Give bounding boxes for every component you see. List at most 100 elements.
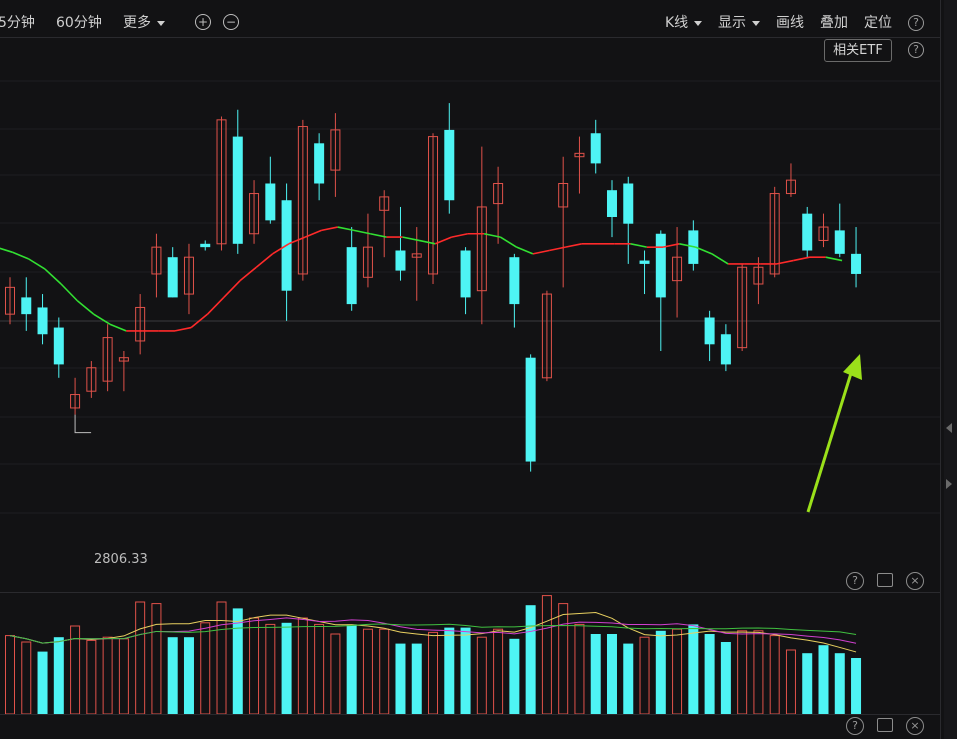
volume-bar xyxy=(281,622,292,714)
volume-bar xyxy=(623,643,634,714)
candle-body xyxy=(851,253,862,274)
volume-bar xyxy=(818,645,829,714)
volume-bar xyxy=(167,637,178,714)
ma-segment xyxy=(239,266,257,282)
volume-bar xyxy=(102,636,113,715)
volume-expand-icon[interactable] xyxy=(877,573,893,587)
chart-right-border xyxy=(940,0,941,739)
volume-bar xyxy=(428,631,439,715)
volume-close-icon[interactable]: × xyxy=(906,572,924,590)
candle-body xyxy=(623,183,634,224)
scroll-left-arrow-icon[interactable] xyxy=(946,423,952,433)
annotation-arrow xyxy=(806,354,862,513)
candle-body xyxy=(720,334,731,365)
volume-bar xyxy=(509,638,520,714)
ma-segment xyxy=(565,243,582,248)
volume-panel-divider xyxy=(0,592,940,593)
vertical-scrollbar[interactable] xyxy=(944,0,957,739)
candle-body xyxy=(525,357,536,462)
candle-body xyxy=(444,129,455,201)
candle-body xyxy=(37,307,48,335)
volume-bar xyxy=(444,627,455,714)
ma-segment xyxy=(499,236,518,248)
candle-body xyxy=(655,233,666,298)
indicator-close-icon[interactable]: × xyxy=(906,717,924,735)
volume-bar xyxy=(851,658,862,714)
kline-chart[interactable] xyxy=(0,0,940,739)
candle-body xyxy=(21,297,32,315)
ma-segment xyxy=(0,247,13,253)
volume-bar xyxy=(346,624,357,714)
volume-bar xyxy=(151,603,162,715)
volume-bar xyxy=(249,617,260,715)
ma-segment xyxy=(109,323,127,332)
volume-bar xyxy=(541,595,552,715)
volume-bar xyxy=(476,636,487,715)
annotation-arrow-shaft xyxy=(806,369,854,513)
candle-body xyxy=(167,257,178,298)
scroll-right-arrow-icon[interactable] xyxy=(946,479,952,489)
ma-segment xyxy=(825,256,843,262)
volume-bar xyxy=(639,636,650,715)
ma-segment xyxy=(28,258,46,270)
volume-bar xyxy=(672,628,683,715)
ma-segment xyxy=(206,296,225,315)
moving-average-line xyxy=(0,226,843,332)
volume-bar xyxy=(330,633,341,715)
volume-bar xyxy=(802,653,813,714)
volume-bar xyxy=(834,653,845,714)
candle-body xyxy=(509,257,520,305)
ma-segment xyxy=(93,313,111,325)
candle-body xyxy=(232,136,243,244)
volume-bar xyxy=(688,624,699,714)
volume-bar xyxy=(379,628,390,715)
ma-segment xyxy=(11,251,29,260)
volume-bar xyxy=(5,635,15,715)
candle-body xyxy=(200,243,211,248)
volume-help-icon[interactable]: ? xyxy=(846,572,864,590)
candle-body xyxy=(802,213,813,251)
ma-segment xyxy=(223,280,241,298)
candle-body xyxy=(606,190,617,217)
volume-bar xyxy=(362,628,373,715)
volume-bar xyxy=(737,630,748,715)
volume-bar xyxy=(785,649,796,715)
volume-bar xyxy=(395,643,406,714)
volume-bar xyxy=(655,630,666,714)
ma-segment xyxy=(711,253,729,265)
volume-bar xyxy=(704,634,715,714)
volume-bar xyxy=(232,608,243,714)
candle-body xyxy=(639,260,650,264)
volume-bar xyxy=(118,638,129,715)
volume-bar xyxy=(753,630,764,715)
volume-bar xyxy=(53,637,64,714)
ma-segment xyxy=(793,256,810,262)
candle-body xyxy=(590,133,601,164)
volume-bar xyxy=(216,601,227,715)
indicator-help-icon[interactable]: ? xyxy=(846,717,864,735)
volume-bar xyxy=(265,623,276,715)
ma-segment xyxy=(60,283,78,302)
candle-body xyxy=(314,143,325,184)
ma-segment xyxy=(174,326,192,332)
volume-bar xyxy=(21,641,32,715)
candle-body xyxy=(265,183,276,221)
ma-segment xyxy=(255,253,274,268)
candle-body xyxy=(395,250,406,271)
volume-bar xyxy=(411,643,422,714)
volume-bar xyxy=(183,637,194,714)
ma-segment xyxy=(451,232,468,238)
ma-segment xyxy=(44,268,62,285)
annotation-arrow-head xyxy=(843,354,862,380)
volume-bar xyxy=(200,622,211,715)
indicator-expand-icon[interactable] xyxy=(877,718,893,732)
bottom-panel-divider xyxy=(0,714,940,715)
ma-segment xyxy=(532,249,550,255)
volume-bar xyxy=(297,617,308,715)
ma-segment xyxy=(516,246,534,255)
volume-bar xyxy=(769,635,780,715)
candlestick-series xyxy=(5,103,862,472)
volume-bar xyxy=(558,603,569,715)
volume-bar xyxy=(574,623,585,715)
volume-bar xyxy=(460,627,471,714)
